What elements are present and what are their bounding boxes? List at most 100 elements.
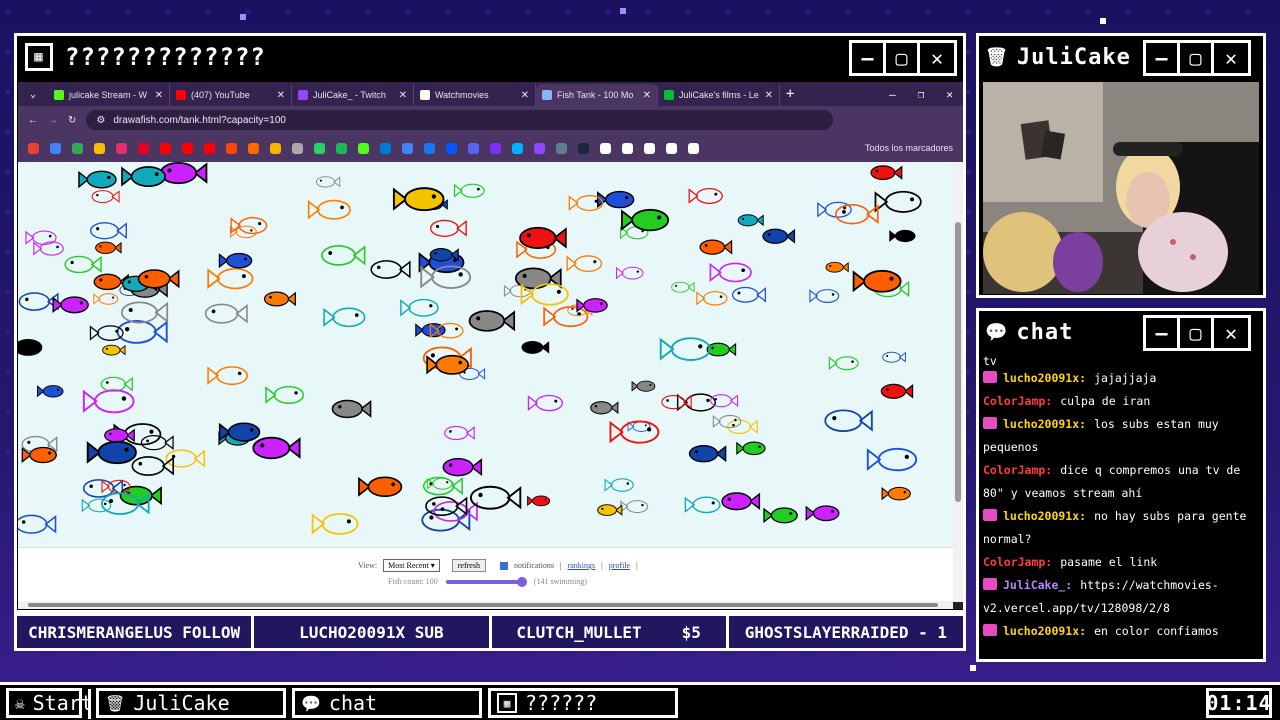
fish-drawing xyxy=(469,485,522,510)
tab-close-icon[interactable]: ✕ xyxy=(277,90,285,101)
bookmark-icon[interactable] xyxy=(160,142,171,154)
reload-icon[interactable]: ↻ xyxy=(68,115,76,126)
back-icon[interactable]: ← xyxy=(28,115,38,126)
trash-icon: 🗑 xyxy=(105,693,126,713)
horizontal-scrollbar[interactable] xyxy=(18,601,953,609)
tab-close-icon[interactable]: ✕ xyxy=(155,90,163,101)
taskbar-item-main[interactable]: ▦ ?????? xyxy=(488,688,678,718)
bookmark-icon[interactable] xyxy=(72,142,83,154)
close-button[interactable]: ✕ xyxy=(920,43,954,73)
bookmark-icon[interactable] xyxy=(270,142,281,154)
bookmark-icon[interactable] xyxy=(600,142,611,154)
bookmark-icon[interactable] xyxy=(182,142,193,154)
fish-drawing xyxy=(218,252,253,269)
tab-close-icon[interactable]: ✕ xyxy=(399,90,407,101)
close-button[interactable]: ✕ xyxy=(1214,318,1248,348)
tab-search-icon[interactable]: ⌄ xyxy=(18,89,48,100)
start-button[interactable]: ☠ Start xyxy=(6,688,93,718)
tab-favicon xyxy=(542,90,552,100)
chat-username: ColorJamp: xyxy=(983,555,1053,569)
browser-tab[interactable]: Fish Tank - 100 Mo ✕ xyxy=(536,84,658,106)
bookmark-icon[interactable] xyxy=(468,142,479,154)
rankings-link[interactable]: rankings xyxy=(568,561,596,570)
bookmark-icon[interactable] xyxy=(424,142,435,154)
minimize-button[interactable]: — xyxy=(852,43,886,73)
trash-icon: 🗑 xyxy=(985,46,1009,68)
bookmark-icon[interactable] xyxy=(226,142,237,154)
fish-tank[interactable] xyxy=(18,162,953,547)
fish-count-slider-knob[interactable] xyxy=(516,576,527,587)
bookmark-icon[interactable] xyxy=(688,142,699,154)
browser-tab[interactable]: (407) YouTube ✕ xyxy=(170,84,292,106)
fish-drawing xyxy=(120,301,169,324)
fish-drawing xyxy=(889,229,916,243)
bookmark-icon[interactable] xyxy=(622,142,633,154)
fish-count-slider[interactable] xyxy=(445,576,527,587)
url-field[interactable]: ⚙ drawafish.com/tank.html?capacity=100 xyxy=(86,110,833,130)
bookmark-icon[interactable] xyxy=(490,142,501,154)
vertical-scrollbar[interactable] xyxy=(953,162,963,602)
refresh-button[interactable]: refresh xyxy=(451,559,486,572)
fish-drawing xyxy=(721,492,761,511)
fish-drawing xyxy=(426,354,470,375)
taskbar-item-chat[interactable]: 💬 chat xyxy=(292,688,482,718)
minimize-button[interactable]: — xyxy=(1146,43,1180,73)
bookmark-icon[interactable] xyxy=(204,142,215,154)
fish-drawing xyxy=(809,289,840,303)
bookmark-icon[interactable] xyxy=(138,142,149,154)
bookmark-icon[interactable] xyxy=(380,142,391,154)
bookmark-icon[interactable] xyxy=(556,142,567,154)
bookmark-icon[interactable] xyxy=(116,142,127,154)
main-window-titlebar[interactable]: ▦ ????????????? xyxy=(17,36,963,78)
browser-tab[interactable]: JuliCake_ - Twitch ✕ xyxy=(292,84,414,106)
taskbar-item-julicake[interactable]: 🗑 JuliCake xyxy=(96,688,286,718)
forward-icon[interactable]: → xyxy=(48,115,58,126)
bookmark-icon[interactable] xyxy=(446,142,457,154)
fish-drawing xyxy=(323,307,366,328)
site-info-icon[interactable]: ⚙ xyxy=(96,115,105,126)
address-bar: ← → ↻ ⚙ drawafish.com/tank.html?capacity… xyxy=(18,106,963,134)
tab-close-icon[interactable]: ✕ xyxy=(765,90,773,101)
bookmark-icon[interactable] xyxy=(644,142,655,154)
fish-drawing xyxy=(696,291,728,306)
new-tab-button[interactable]: + xyxy=(786,86,794,102)
browser-restore-icon[interactable]: ❐ xyxy=(918,88,925,101)
profile-link[interactable]: profile xyxy=(609,561,630,570)
browser-tab[interactable]: julicake Stream - W ✕ xyxy=(48,84,170,106)
browser-close-icon[interactable]: ✕ xyxy=(946,88,953,101)
bookmark-icon[interactable] xyxy=(402,142,413,154)
chat-message: lucho20091x: no hay subs para gente norma… xyxy=(983,505,1259,551)
bookmark-icon[interactable] xyxy=(292,142,303,154)
bookmark-icon[interactable] xyxy=(534,142,545,154)
fish-drawing xyxy=(615,266,644,280)
bookmark-icon[interactable] xyxy=(336,142,347,154)
bookmark-icon[interactable] xyxy=(666,142,677,154)
tab-close-icon[interactable]: ✕ xyxy=(643,90,651,101)
maximize-button[interactable]: ▢ xyxy=(886,43,920,73)
bookmark-icon[interactable] xyxy=(94,142,105,154)
bookmark-icon[interactable] xyxy=(314,142,325,154)
tab-close-icon[interactable]: ✕ xyxy=(521,90,529,101)
chat-username: lucho20091x: xyxy=(1003,624,1087,638)
bookmark-icon[interactable] xyxy=(248,142,259,154)
taskbar: ☠ Start 🗑 JuliCake 💬 chat ▦ ?????? 01:14 xyxy=(0,682,1280,720)
fish-drawing xyxy=(852,269,902,293)
all-bookmarks-folder[interactable]: Todos los marcadores xyxy=(865,143,953,153)
bookmark-icon[interactable] xyxy=(512,142,523,154)
bookmark-icon[interactable] xyxy=(578,142,589,154)
maximize-button[interactable]: ▢ xyxy=(1180,318,1214,348)
browser-tab[interactable]: JuliCake's films - Le ✕ xyxy=(658,84,780,106)
minimize-button[interactable]: — xyxy=(1146,318,1180,348)
browser-minimize-icon[interactable]: — xyxy=(889,88,896,101)
bookmark-icon[interactable] xyxy=(50,142,61,154)
fish-drawing xyxy=(18,338,43,356)
close-button[interactable]: ✕ xyxy=(1214,43,1248,73)
notifications-checkbox[interactable] xyxy=(499,561,508,570)
bookmark-icon[interactable] xyxy=(358,142,369,154)
bookmark-icon[interactable] xyxy=(28,142,39,154)
fish-drawing xyxy=(597,504,623,516)
view-select[interactable]: Most Recent ▾ xyxy=(383,559,440,572)
browser-tab[interactable]: Watchmovies ✕ xyxy=(414,84,536,106)
browser-window: ⌄ julicake Stream - W ✕ (407) YouTube ✕ Juli… xyxy=(18,82,963,609)
maximize-button[interactable]: ▢ xyxy=(1180,43,1214,73)
